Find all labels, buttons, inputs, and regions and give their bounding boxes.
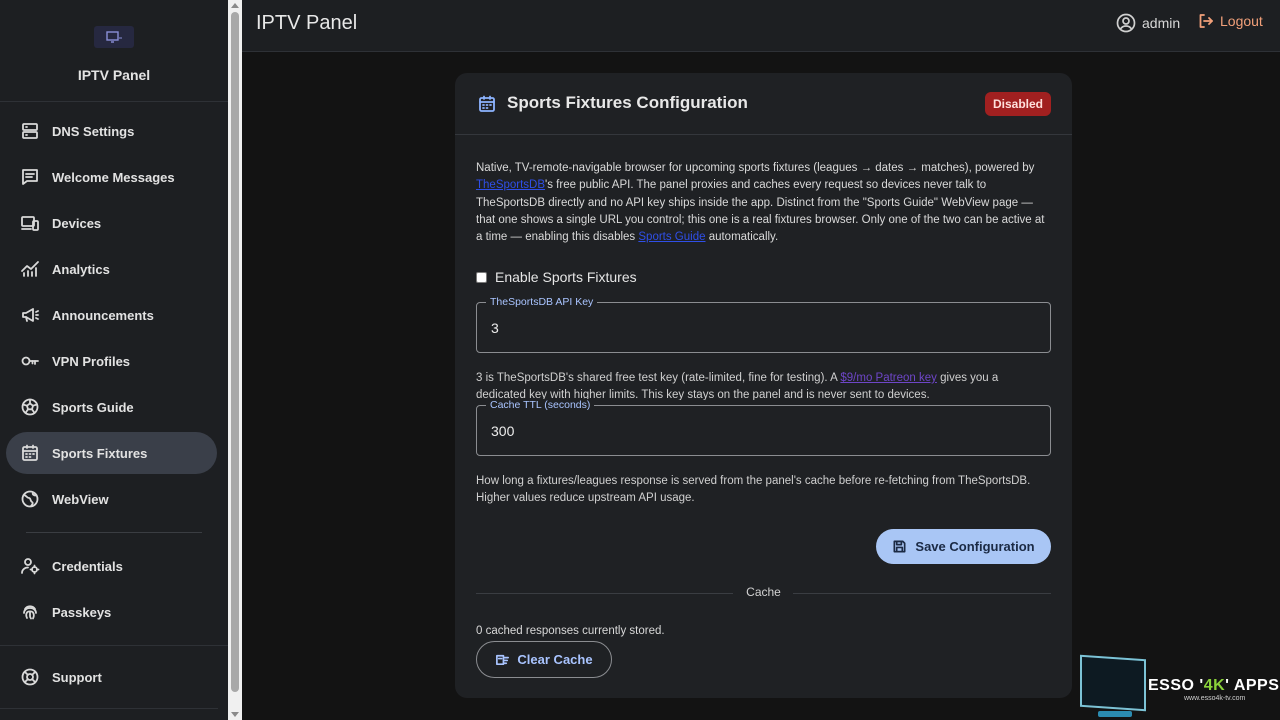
sidebar-scrollbar[interactable] [228, 0, 242, 720]
analytics-icon [20, 259, 40, 279]
sidebar-item-sports-guide[interactable]: Sports Guide [6, 386, 217, 428]
tv-logo-icon [94, 26, 134, 48]
logout-label: Logout [1220, 13, 1263, 29]
status-badge: Disabled [985, 92, 1051, 116]
watermark-title-accent: 4K [1203, 677, 1226, 694]
cache-ttl-label: Cache TTL (seconds) [486, 399, 595, 411]
monitor-stand [1098, 711, 1132, 717]
brand: IPTV Panel [0, 0, 228, 102]
sidebar-divider [0, 645, 228, 646]
account-circle-icon [1116, 13, 1136, 33]
save-configuration-button[interactable]: Save Configuration [876, 529, 1051, 564]
api-key-label: TheSportsDB API Key [486, 296, 598, 308]
sidebar-divider [0, 708, 218, 709]
floppy-disk-icon [893, 540, 906, 553]
brand-title: IPTV Panel [77, 67, 151, 83]
fingerprint-icon [20, 602, 40, 622]
description-part: Native, TV-remote-navigable browser for … [476, 162, 1035, 174]
card-title: Sports Fixtures Configuration [507, 93, 748, 112]
sidebar-item-label: WebView [52, 491, 109, 507]
cache-section-divider: Cache [476, 585, 1051, 601]
soccer-ball-icon [20, 397, 40, 417]
sidebar-item-passkeys[interactable]: Passkeys [6, 591, 217, 633]
key-icon [20, 351, 40, 371]
cache-ttl-hint: How long a fixtures/leagues response is … [476, 475, 1031, 505]
thesportsdb-link[interactable]: TheSportsDB [476, 179, 545, 191]
watermark-url: www.esso4k-tv.com [1184, 695, 1246, 702]
enable-label: Enable Sports Fixtures [495, 269, 637, 285]
api-key-input[interactable] [491, 320, 1031, 336]
cache-section-label: Cache [746, 585, 781, 599]
sidebar-item-label: Support [52, 669, 102, 685]
sidebar-nav: DNS Settings Welcome Messages Devices An… [0, 102, 228, 698]
description-part: automatically. [705, 231, 779, 244]
sidebar-item-label: Welcome Messages [52, 169, 175, 185]
sidebar-item-label: Announcements [52, 307, 154, 323]
sidebar-item-sports-fixtures[interactable]: Sports Fixtures [6, 432, 217, 474]
sidebar-item-support[interactable]: Support [6, 656, 217, 698]
clear-cache-label: Clear Cache [517, 652, 593, 667]
sidebar-item-label: Passkeys [52, 604, 112, 620]
sidebar-item-webview[interactable]: WebView [6, 478, 217, 520]
calendar-icon [477, 94, 497, 114]
clear-cache-icon [496, 654, 510, 666]
sidebar-item-label: Sports Fixtures [52, 445, 148, 461]
sidebar-item-label: Credentials [52, 558, 123, 574]
user-name: admin [1142, 15, 1181, 31]
sports-guide-link[interactable]: Sports Guide [638, 231, 705, 243]
enable-sports-fixtures-checkbox[interactable] [476, 271, 487, 283]
monitor-icon [1080, 654, 1146, 712]
sidebar-item-label: VPN Profiles [52, 353, 131, 369]
scroll-up-arrow-icon[interactable] [231, 3, 239, 8]
lifebuoy-icon [20, 667, 40, 687]
megaphone-icon [20, 305, 40, 325]
sidebar-item-dns-settings[interactable]: DNS Settings [6, 110, 217, 152]
logout-icon [1199, 14, 1213, 28]
sidebar-item-analytics[interactable]: Analytics [6, 248, 217, 290]
sidebar-divider [26, 532, 202, 533]
sidebar-item-vpn-profiles[interactable]: VPN Profiles [6, 340, 217, 382]
calendar-icon [20, 443, 40, 463]
description-text: Native, TV-remote-navigable browser for … [476, 160, 1046, 246]
top-header: IPTV Panel admin Logout [242, 0, 1280, 52]
globe-icon [20, 489, 40, 509]
sidebar-item-credentials[interactable]: Credentials [6, 545, 217, 587]
api-key-hint: 3 is TheSportsDB's shared free test key … [476, 370, 1046, 400]
api-key-field[interactable]: TheSportsDB API Key [476, 296, 1051, 353]
watermark-title-part: ' APPS [1225, 677, 1280, 694]
sidebar-item-label: Sports Guide [52, 399, 134, 415]
sidebar-item-welcome-messages[interactable]: Welcome Messages [6, 156, 217, 198]
cache-ttl-input[interactable] [491, 423, 1031, 439]
card-header: Sports Fixtures Configuration Disabled [455, 73, 1072, 135]
cache-ttl-field[interactable]: Cache TTL (seconds) [476, 399, 1051, 456]
divider-line [793, 593, 1051, 594]
clear-cache-button[interactable]: Clear Cache [476, 641, 612, 678]
dns-icon [20, 121, 40, 141]
sidebar-item-label: Devices [52, 215, 102, 231]
user-key-icon [20, 556, 40, 576]
cache-status-text: 0 cached responses currently stored. [476, 625, 665, 637]
enable-row[interactable]: Enable Sports Fixtures [476, 269, 637, 285]
sports-fixtures-card: Sports Fixtures Configuration Disabled N… [455, 73, 1072, 698]
logout-button[interactable]: Logout [1198, 13, 1263, 29]
sidebar: IPTV Panel DNS Settings Welcome Messages… [0, 0, 228, 720]
scroll-down-arrow-icon[interactable] [231, 712, 239, 717]
message-icon [20, 167, 40, 187]
watermark-title: ESSO '4K' APPS [1148, 677, 1279, 695]
sidebar-item-label: DNS Settings [52, 123, 135, 139]
sidebar-item-devices[interactable]: Devices [6, 202, 217, 244]
sidebar-item-announcements[interactable]: Announcements [6, 294, 217, 336]
user-menu[interactable]: admin [1116, 13, 1180, 33]
watermark-logo: ESSO '4K' APPS www.esso4k-tv.com [1080, 654, 1280, 720]
page-title: IPTV Panel [256, 12, 358, 34]
watermark-title-part: ESSO ' [1148, 677, 1204, 694]
patreon-key-link[interactable]: $9/mo Patreon key [840, 372, 937, 384]
scrollbar-thumb[interactable] [231, 12, 239, 692]
sidebar-item-label: Analytics [52, 261, 110, 277]
save-label: Save Configuration [915, 539, 1035, 554]
hint-part: 3 is TheSportsDB's shared free test key … [476, 372, 841, 384]
devices-icon [20, 213, 40, 233]
